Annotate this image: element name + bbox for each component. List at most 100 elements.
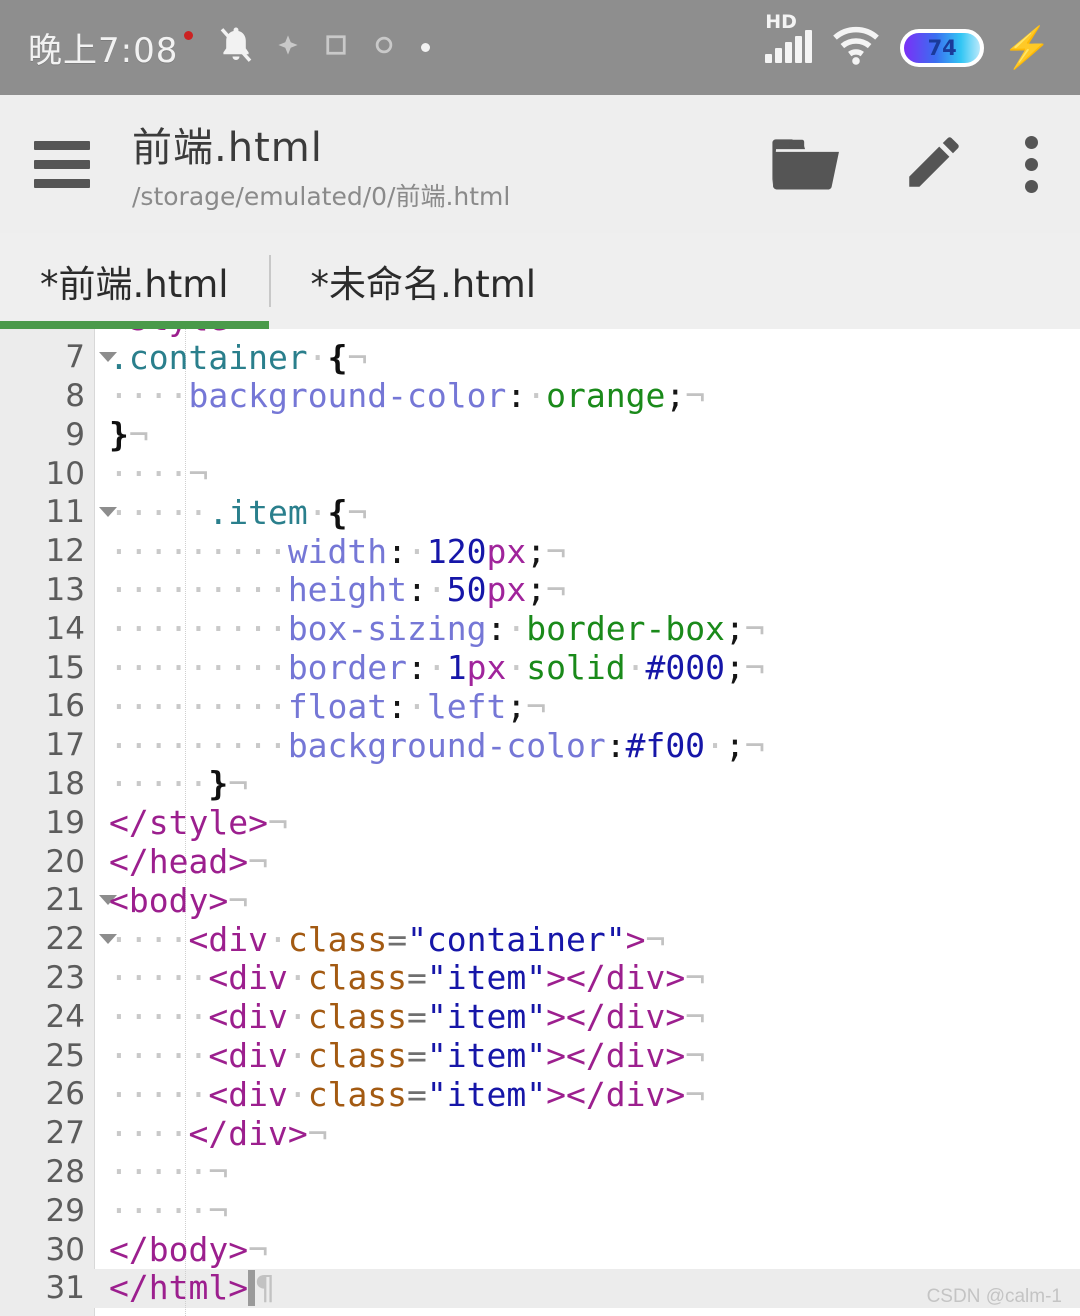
token-ws: · [287, 1036, 308, 1076]
token-attr: class [307, 997, 408, 1037]
code-line[interactable]: 17 ·········background-color:#f00·;¬ [0, 726, 1080, 765]
code-line[interactable]: 20 </head>¬ [0, 842, 1080, 881]
code-line[interactable]: 19 </style>¬ [0, 803, 1080, 842]
token-punc: : [605, 725, 626, 765]
token-ws: ····· [109, 1036, 209, 1076]
dot-icon [421, 43, 431, 52]
token-ws: · [287, 958, 308, 998]
code-line[interactable]: 15 ·········border:·1px·solid·#000;¬ [0, 648, 1080, 687]
token-ws: ···· [109, 919, 189, 959]
status-bar: 晚上7:08 HD 74 ⚡ [0, 0, 1080, 95]
code-line[interactable]: 9 }¬ [0, 415, 1080, 454]
line-number: 12 [45, 533, 85, 570]
token-eol: ¬ [546, 570, 567, 610]
code-text: ····background-color:·orange;¬ [95, 379, 1080, 412]
token-eol: ¬ [208, 1191, 229, 1231]
token-tag: <div [208, 1074, 288, 1114]
token-eol: ¬ [188, 454, 209, 494]
token-tag: </body> [109, 1230, 249, 1270]
code-line[interactable]: 16 ·········float:·left;¬ [0, 687, 1080, 726]
token-eq: = [387, 919, 408, 959]
code-text: ·····<div·class="item"></div>¬ [95, 1078, 1080, 1111]
tab-weimingming-html[interactable]: *未命名.html [271, 233, 577, 329]
code-lines[interactable]: 6<style>7.container·{¬8····background-co… [0, 329, 1080, 1308]
code-text: ·····<div·class="item"></div>¬ [95, 1000, 1080, 1033]
code-line[interactable]: 14 ·········box-sizing:·border-box;¬ [0, 609, 1080, 648]
line-number: 24 [45, 998, 85, 1035]
line-number: 27 [45, 1115, 85, 1152]
token-eol: ¬ [248, 842, 268, 882]
line-number: 23 [45, 959, 85, 996]
code-text: ·····.item·{¬ [95, 496, 1080, 529]
code-line[interactable]: 22 ····<div·class="container">¬ [0, 920, 1080, 959]
token-str: "item" [426, 1074, 547, 1114]
code-line[interactable]: 10 ····¬ [0, 454, 1080, 493]
code-line[interactable]: 23 ·····<div·class="item"></div>¬ [0, 959, 1080, 998]
line-number: 25 [45, 1037, 85, 1074]
code-line[interactable]: 26 ·····<div·class="item"></div>¬ [0, 1075, 1080, 1114]
code-line[interactable]: 24 ·····<div·class="item"></div>¬ [0, 997, 1080, 1036]
token-tag: </div> [566, 997, 686, 1037]
tab-qianduan-html[interactable]: *前端.html [0, 233, 269, 329]
token-tag: <div [208, 958, 288, 998]
code-line[interactable]: 6 <style> [0, 329, 1080, 338]
code-line[interactable]: 27 ····</div>¬ [0, 1114, 1080, 1153]
token-eol: ¬ [347, 337, 368, 377]
code-line[interactable]: 29 ·····¬ [0, 1191, 1080, 1230]
code-editor[interactable]: 6<style>7.container·{¬8····background-co… [0, 329, 1080, 1316]
token-punc: ; [724, 609, 745, 649]
code-line[interactable]: 18 ·····}¬ [0, 765, 1080, 804]
tab-bar: *前端.html *未命名.html [0, 233, 1080, 329]
line-number: 9 [65, 416, 85, 453]
token-tag: </style> [109, 803, 268, 843]
token-ws: ····· [109, 1152, 209, 1192]
token-punc: : [486, 609, 507, 649]
folder-open-icon[interactable] [769, 133, 843, 196]
code-line[interactable]: 8 ····background-color:·orange;¬ [0, 377, 1080, 416]
code-text: ····<div·class="container">¬ [95, 923, 1080, 956]
pencil-edit-icon[interactable] [901, 129, 967, 200]
code-line[interactable]: 31 </html> ¶ [0, 1268, 1080, 1308]
token-tag: <div [208, 997, 288, 1037]
code-line[interactable]: 25 ·····<div·class="item"></div>¬ [0, 1036, 1080, 1075]
token-sel: .container [109, 337, 308, 377]
page-title: 前端.html [132, 125, 323, 171]
token-tag: > [546, 958, 567, 998]
tab-label: *未命名.html [310, 263, 537, 306]
line-number: 15 [45, 649, 85, 686]
token-hex: #f00 [625, 725, 706, 765]
hamburger-menu-icon[interactable] [34, 140, 90, 188]
token-eq: = [407, 997, 427, 1037]
code-line[interactable]: 13 ·········height:·50px;¬ [0, 571, 1080, 610]
file-path: /storage/emulated/0/前端.html [132, 182, 511, 211]
code-line[interactable]: 12 ·········width:·120px;¬ [0, 532, 1080, 571]
line-number: 14 [45, 610, 85, 647]
code-text: }¬ [95, 418, 1080, 451]
app-bar-actions [769, 129, 1046, 200]
token-tag: </div> [566, 1036, 686, 1076]
token-ws: · [526, 376, 547, 416]
line-number: 26 [45, 1076, 85, 1113]
token-prop: width [287, 531, 388, 571]
token-attr: class [307, 958, 408, 998]
token-eol: ¬ [744, 725, 765, 765]
token-tag: <div [188, 919, 268, 959]
token-ws: ········· [109, 531, 288, 571]
token-ws: · [307, 492, 328, 532]
code-text: ····</div>¬ [95, 1117, 1080, 1150]
token-prop: background-color [188, 376, 507, 416]
token-prop: background-color [287, 725, 606, 765]
token-ws: · [426, 648, 447, 688]
app-icon-2 [325, 34, 347, 61]
tab-label: *前端.html [40, 263, 229, 306]
code-text: ·········border:·1px·solid·#000;¬ [95, 651, 1080, 684]
code-line[interactable]: 7 .container·{¬ [0, 338, 1080, 377]
token-ws: ········· [109, 725, 288, 765]
more-vertical-icon[interactable] [1025, 135, 1038, 193]
code-line[interactable]: 30 </body>¬ [0, 1230, 1080, 1269]
code-line[interactable]: 11 ·····.item·{¬ [0, 493, 1080, 532]
code-line[interactable]: 21 <body>¬ [0, 881, 1080, 920]
token-tag: <style> [109, 329, 248, 338]
code-line[interactable]: 28 ·····¬ [0, 1153, 1080, 1192]
token-ws: · [267, 919, 288, 959]
